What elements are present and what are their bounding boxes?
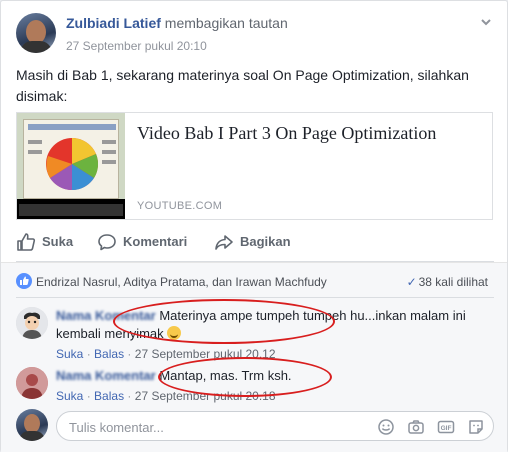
link-source: YOUTUBE.COM	[137, 200, 223, 212]
comment-like-link[interactable]: Suka	[56, 347, 83, 361]
comment-reply-link[interactable]: Balas	[94, 347, 124, 361]
comment-text: Nama Komentar Materinya ampe tumpeh tump…	[56, 307, 496, 343]
seen-count[interactable]: ✓ 38 kali dilihat	[407, 275, 488, 289]
comment-reply-link[interactable]: Balas	[94, 389, 124, 403]
current-user-avatar	[16, 409, 48, 441]
comment-like-link[interactable]: Suka	[56, 389, 83, 403]
link-preview[interactable]: Video Bab I Part 3 On Page Optimization …	[16, 112, 493, 220]
comments-section: Endrizal Nasrul, Aditya Pratama, dan Ira…	[1, 262, 507, 452]
post-timestamp[interactable]: 27 September pukul 20:10	[66, 39, 207, 53]
comment-composer: GIF	[16, 409, 494, 443]
author-line: Zulbiadi Latief membagikan tautan	[66, 15, 288, 31]
reactors-list[interactable]: Endrizal Nasrul, Aditya Pratama, dan Ira…	[36, 275, 327, 289]
commenter-name[interactable]: Nama Komentar	[56, 368, 156, 383]
commenter-avatar[interactable]	[16, 367, 48, 399]
link-title[interactable]: Video Bab I Part 3 On Page Optimization	[137, 123, 436, 144]
video-thumbnail[interactable]	[17, 113, 125, 219]
author-action: membagikan tautan	[164, 15, 288, 31]
author-avatar[interactable]	[16, 13, 56, 53]
author-name[interactable]: Zulbiadi Latief	[66, 15, 161, 31]
post-header: Zulbiadi Latief membagikan tautan 27 Sep…	[16, 13, 496, 57]
comment-time[interactable]: 27 September pukul 20.18	[135, 389, 276, 403]
gif-icon[interactable]: GIF	[437, 418, 455, 436]
like-label: Suka	[42, 234, 74, 249]
svg-text:GIF: GIF	[441, 425, 452, 432]
smile-emoji-icon	[167, 326, 182, 340]
sticker-icon[interactable]	[467, 418, 485, 436]
thumbs-up-icon	[17, 233, 36, 251]
comment-text: Nama Komentar Mantap, mas. Trm ksh.	[56, 367, 496, 385]
composer-tools: GIF	[369, 418, 485, 436]
reactions-row: Endrizal Nasrul, Aditya Pratama, dan Ira…	[16, 271, 494, 291]
comment-meta: Suka · Balas · 27 September pukul 20.12	[56, 347, 276, 361]
share-label: Bagikan	[240, 234, 291, 249]
comment-input[interactable]	[69, 418, 329, 436]
post-actions: Suka Komentari Bagikan	[16, 227, 494, 255]
comment-time[interactable]: 27 September pukul 20.12	[135, 347, 276, 361]
camera-icon[interactable]	[407, 418, 425, 436]
feed-post-card: Zulbiadi Latief membagikan tautan 27 Sep…	[0, 0, 508, 452]
comment-body-part1: Materinya ampe tumpeh tumpeh hu...	[159, 308, 376, 323]
comment-label: Komentari	[123, 234, 188, 249]
comment-body: Mantap, mas. Trm ksh.	[159, 368, 292, 383]
post-text: Masih di Bab 1, sekarang materinya soal …	[16, 67, 469, 104]
comment-meta: Suka · Balas · 27 September pukul 20.18	[56, 389, 276, 403]
comment-item: Nama Komentar Mantap, mas. Trm ksh. Suka…	[16, 367, 494, 405]
comment-input-box: GIF	[56, 411, 494, 441]
comment-item: Nama Komentar Materinya ampe tumpeh tump…	[16, 307, 496, 361]
chevron-down-icon[interactable]	[476, 15, 496, 35]
comment-icon	[98, 234, 116, 251]
like-reaction-icon	[16, 273, 32, 289]
seen-label: 38 kali dilihat	[418, 275, 488, 289]
comments-divider	[16, 297, 494, 298]
share-icon	[215, 235, 233, 250]
emoji-icon[interactable]	[377, 418, 395, 436]
commenter-avatar[interactable]	[16, 307, 48, 339]
commenter-name[interactable]: Nama Komentar	[56, 308, 156, 323]
check-icon: ✓	[406, 275, 417, 289]
